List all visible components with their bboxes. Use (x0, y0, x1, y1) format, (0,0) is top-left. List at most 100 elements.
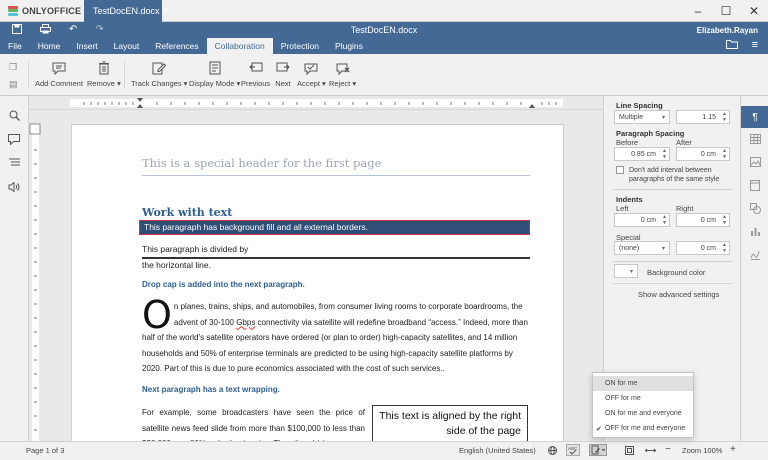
track-changes-button[interactable]: Track Changes ▾ (131, 60, 187, 88)
background-color-picker[interactable]: ▾ (614, 264, 638, 278)
divided-paragraph-line1[interactable]: This paragraph is divided by (142, 244, 248, 254)
right-aligned-textbox[interactable]: This text is aligned by the right side o… (372, 405, 528, 441)
maximize-button[interactable]: ☐ (712, 0, 740, 22)
horizontal-ruler[interactable] (29, 96, 603, 110)
search-icon[interactable] (7, 108, 21, 122)
add-comment-label: Add Comment (35, 79, 83, 88)
chevron-down-icon: ▾ (661, 245, 665, 252)
spinner-icon: ▲ ▼ (722, 214, 727, 226)
tab-plugins[interactable]: Plugins (327, 38, 371, 54)
tab-home[interactable]: Home (30, 38, 69, 54)
user-name[interactable]: Elizabeth.Rayan (697, 26, 758, 35)
window-controls: – ☐ ✕ (684, 0, 768, 22)
menu-item-on-for-everyone[interactable]: ON for me and everyone (593, 406, 693, 421)
document-page[interactable]: This is a special header for the first p… (71, 124, 564, 441)
menu-item-on-for-me[interactable]: ON for me (593, 376, 693, 391)
zoom-in-button[interactable]: + (730, 444, 736, 455)
document-tab[interactable]: TestDocEN.docx × (84, 0, 170, 22)
tab-file[interactable]: File (0, 38, 30, 54)
background-fill-paragraph[interactable]: This paragraph has background fill and a… (139, 220, 530, 235)
spacing-before-input[interactable]: 0.85 cm ▲ ▼ (614, 147, 670, 161)
line-spacing-label: Line Spacing (616, 101, 663, 110)
spinner-icon: ▲ ▼ (662, 214, 667, 226)
show-advanced-settings-link[interactable]: Show advanced settings (638, 290, 719, 299)
heading-drop-cap[interactable]: Drop cap is added into the next paragrap… (142, 280, 305, 289)
hamburger-menu-icon[interactable]: ≡ (752, 39, 758, 52)
speaker-icon[interactable] (7, 180, 21, 194)
reject-label: Reject ▾ (329, 79, 357, 88)
close-window-button[interactable]: ✕ (740, 0, 768, 22)
tab-layout[interactable]: Layout (106, 38, 148, 54)
header-footer-settings-icon[interactable] (748, 178, 762, 192)
display-mode-icon (207, 60, 223, 76)
previous-button[interactable]: Previous (241, 60, 270, 88)
fit-page-icon[interactable] (625, 446, 634, 457)
spellcheck-icon[interactable]: ABC (566, 444, 580, 458)
tab-protection[interactable]: Protection (273, 38, 327, 54)
copy-icon[interactable]: ❐ (9, 62, 23, 73)
dont-add-interval-label: Don't add interval between paragraphs of… (629, 167, 720, 183)
drop-cap-paragraph[interactable]: O n planes, trains, ships, and automobil… (142, 296, 530, 377)
language-selector[interactable]: English (United States) (459, 446, 536, 455)
vertical-ruler[interactable] (29, 110, 41, 441)
divided-paragraph-line2[interactable]: the horizontal line. (142, 260, 211, 270)
paragraph-settings-icon[interactable]: ¶ (741, 106, 768, 128)
indent-left-input[interactable]: 0 cm ▲ ▼ (614, 213, 670, 227)
line-spacing-value-input[interactable]: 1.15 ▲ ▼ (676, 110, 730, 124)
tab-references[interactable]: References (147, 38, 206, 54)
table-settings-icon[interactable] (748, 132, 762, 146)
line-spacing-mode-select[interactable]: Multiple ▾ (614, 110, 670, 124)
spacing-after-input[interactable]: 0 cm ▲ ▼ (676, 147, 730, 161)
display-mode-button[interactable]: Display Mode ▾ (189, 60, 240, 88)
heading-work-with-text[interactable]: Work with text (142, 206, 232, 219)
zoom-out-button[interactable]: − (665, 444, 671, 455)
paste-icon[interactable]: ▤ (9, 79, 23, 90)
document-tab-label: TestDocEN.docx (93, 5, 160, 16)
image-settings-icon[interactable] (748, 155, 762, 169)
navigation-icon[interactable] (7, 156, 21, 170)
menu-tabs: File Home Insert Layout References Colla… (0, 38, 768, 54)
heading-text-wrapping[interactable]: Next paragraph has a text wrapping. (142, 385, 280, 394)
paragraph-spacing-label: Paragraph Spacing (616, 129, 685, 138)
chart-settings-icon[interactable] (748, 224, 762, 238)
accept-button[interactable]: Accept ▾ (297, 60, 326, 88)
remove-label: Remove ▾ (87, 79, 121, 88)
special-indent-input[interactable]: 0 cm ▲ ▼ (676, 241, 730, 255)
previous-change-icon (248, 60, 264, 76)
menu-item-off-for-everyone[interactable]: ✔ OFF for me and everyone (593, 421, 693, 436)
signature-settings-icon[interactable] (748, 247, 762, 261)
track-changes-menu: ON for me OFF for me ON for me and every… (592, 372, 694, 438)
title-bar: ONLYOFFICE TestDocEN.docx × – ☐ ✕ (0, 0, 768, 22)
add-comment-button[interactable]: Add Comment (35, 60, 83, 88)
page-header[interactable]: This is a special header for the first p… (142, 156, 530, 176)
track-changes-status-icon[interactable] (589, 444, 607, 458)
onlyoffice-logo: ONLYOFFICE (0, 5, 84, 16)
reject-icon (335, 60, 351, 76)
next-button[interactable]: Next (275, 60, 291, 88)
close-tab-icon[interactable]: × (164, 5, 170, 17)
indent-right-input[interactable]: 0 cm ▲ ▼ (676, 213, 730, 227)
document-title: TestDocEN.docx (350, 25, 418, 35)
comments-icon[interactable] (7, 132, 21, 146)
tab-insert[interactable]: Insert (68, 38, 105, 54)
menu-item-off-for-me[interactable]: OFF for me (593, 391, 693, 406)
wrapping-paragraph[interactable]: For example, some broadcasters have seen… (142, 405, 365, 441)
after-label: After (676, 138, 692, 147)
dont-add-interval-checkbox[interactable] (616, 166, 624, 174)
tab-collaboration[interactable]: Collaboration (206, 38, 273, 54)
remove-button[interactable]: Remove ▾ (87, 60, 121, 88)
zoom-level[interactable]: Zoom 100% (682, 446, 722, 455)
indent-right-label: Right (676, 204, 694, 213)
special-indent-select[interactable]: (none) ▾ (614, 241, 670, 255)
shape-settings-icon[interactable] (748, 201, 762, 215)
minimize-button[interactable]: – (684, 0, 712, 22)
fit-width-icon[interactable] (644, 446, 657, 457)
open-location-icon[interactable] (725, 39, 738, 52)
panel-separator (613, 261, 733, 262)
left-indent-marker (137, 104, 143, 108)
panel-separator (613, 189, 733, 190)
page-info[interactable]: Page 1 of 3 (26, 446, 64, 455)
display-mode-label: Display Mode ▾ (189, 79, 241, 88)
reject-button[interactable]: Reject ▾ (329, 60, 356, 88)
globe-icon[interactable] (548, 446, 557, 457)
